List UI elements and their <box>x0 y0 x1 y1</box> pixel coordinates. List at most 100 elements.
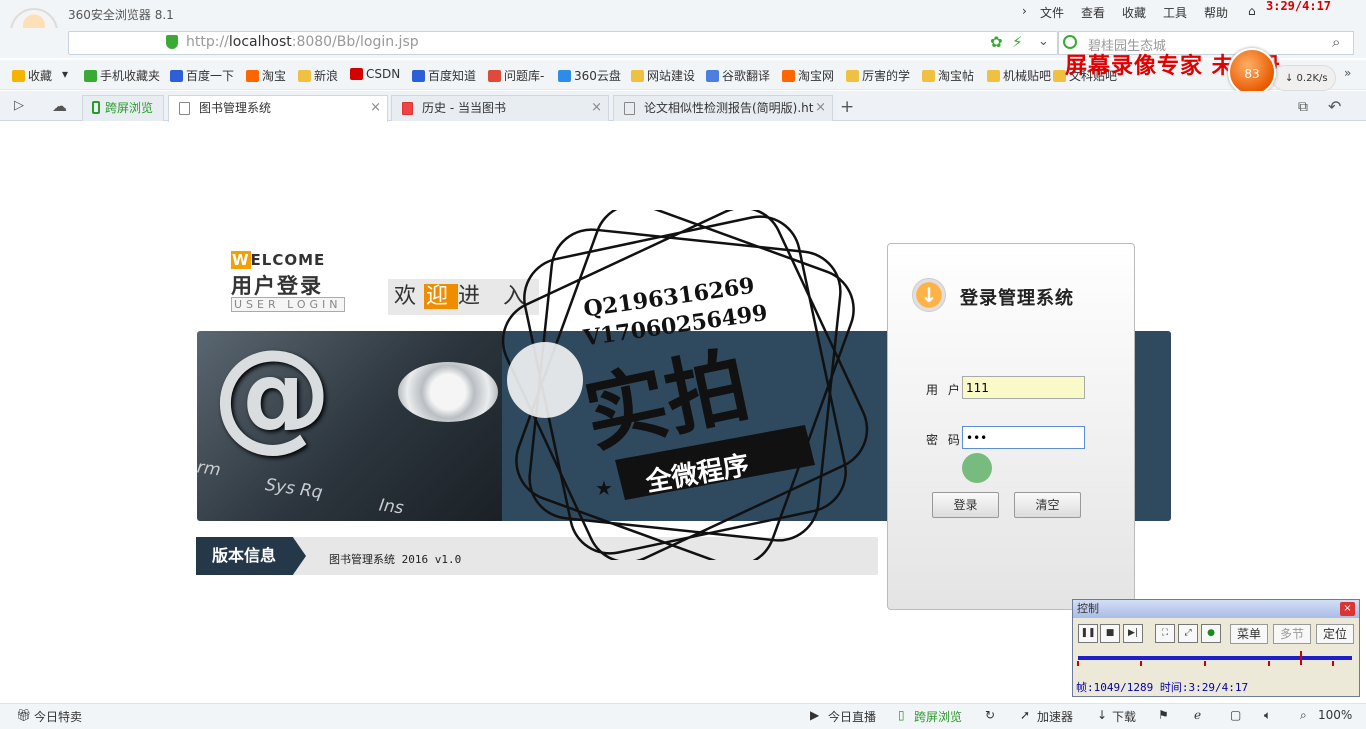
search-icon[interactable]: ⌕ <box>1332 33 1340 51</box>
bookmark-item[interactable]: 百度知道 <box>412 67 476 84</box>
close-icon[interactable]: × <box>815 96 826 120</box>
username-input[interactable] <box>962 376 1085 399</box>
tab-library-system[interactable]: 图书管理系统 × <box>168 95 388 122</box>
track-tick <box>1140 661 1142 666</box>
fullscreen-icon[interactable]: ⤢ <box>1178 624 1198 643</box>
bookmark-item[interactable]: 淘宝帖 <box>922 67 974 84</box>
cloud-icon[interactable]: ☁ <box>52 97 67 115</box>
track-tick <box>1268 661 1270 666</box>
chevron-right-icon[interactable]: › <box>1022 4 1027 18</box>
accelerator-ball[interactable]: 83 <box>1228 48 1276 96</box>
multi-section-button[interactable]: 多节 <box>1273 624 1312 644</box>
bookmark-item[interactable]: 收藏 <box>12 67 52 84</box>
bookmark-item[interactable]: 谷歌翻译 <box>706 67 770 84</box>
locate-button[interactable]: 定位 <box>1316 624 1355 644</box>
refresh-icon[interactable]: ↻ <box>985 708 995 722</box>
bookmark-item[interactable]: 厉害的学 <box>846 67 910 84</box>
clear-button[interactable]: 清空 <box>1014 492 1081 518</box>
speed-indicator: ↓ 0.2K/s <box>1272 65 1336 91</box>
close-icon[interactable]: × <box>1340 602 1355 616</box>
folder-icon <box>298 70 311 82</box>
sidebar-toggle-icon[interactable]: ▷ <box>14 98 24 113</box>
frame-time-info: 帧:1049/1289 时间:3:29/4:17 <box>1076 681 1249 694</box>
bookmark-item[interactable]: CSDN <box>350 67 400 81</box>
chevron-down-icon[interactable]: ⌄ <box>1038 34 1049 49</box>
bookmark-item[interactable]: 淘宝 <box>246 67 286 84</box>
s-icon <box>488 70 501 82</box>
tab-cross-screen[interactable]: 跨屏浏览 <box>82 95 164 121</box>
url-text[interactable]: http://localhost:8080/Bb/login.jsp <box>186 34 419 50</box>
menu-tools[interactable]: 工具 <box>1163 4 1187 21</box>
page-icon <box>179 102 190 115</box>
sync-icon[interactable]: ✿ <box>990 33 1003 51</box>
fit-screen-icon[interactable]: ⛶ <box>1155 624 1175 643</box>
browser-title: 360安全浏览器 8.1 <box>68 8 174 22</box>
close-icon[interactable]: × <box>370 96 381 120</box>
bookmark-item[interactable]: 手机收藏夹 <box>84 67 160 84</box>
password-input[interactable] <box>962 426 1085 449</box>
title-bar <box>0 0 1366 28</box>
undo-close-icon[interactable]: ↶ <box>1328 97 1341 116</box>
bookmark-label: 厉害的学 <box>862 69 911 83</box>
stop-icon[interactable]: ■ <box>1100 624 1120 643</box>
playback-track[interactable] <box>1078 656 1352 660</box>
live-link[interactable]: 今日直播 <box>828 708 876 725</box>
menu-button[interactable]: 菜单 <box>1230 624 1269 644</box>
rocket-icon: ➚ <box>1020 708 1031 722</box>
bookmark-item[interactable]: 机械贴吧 <box>987 67 1051 84</box>
chevron-down-icon[interactable]: ▾ <box>62 67 68 81</box>
playback-position[interactable] <box>1300 651 1303 665</box>
translate-icon <box>706 70 719 82</box>
lightning-icon[interactable]: ⚡ <box>1012 33 1023 51</box>
login-button[interactable]: 登录 <box>932 492 999 518</box>
welcome-enter-banner: 欢迎进 入 <box>388 279 540 315</box>
download-link[interactable]: 下载 <box>1112 708 1136 725</box>
search-engine-icon[interactable] <box>1063 35 1077 49</box>
zoom-level[interactable]: 100% <box>1318 708 1352 722</box>
restore-tabs-icon[interactable]: ⧉ <box>1298 99 1308 115</box>
download-icon: ↓ <box>1097 708 1108 722</box>
bookmark-item[interactable]: 淘宝网 <box>782 67 834 84</box>
close-icon[interactable]: × <box>591 96 602 120</box>
bookmark-item[interactable]: 百度一下 <box>170 67 234 84</box>
at-sign-image: @ <box>212 325 332 464</box>
bookmark-item[interactable]: 新浪 <box>298 67 338 84</box>
accelerator-link[interactable]: 加速器 <box>1037 708 1073 725</box>
taobao-icon <box>782 70 795 82</box>
menu-favorites[interactable]: 收藏 <box>1122 4 1146 21</box>
bookmark-item[interactable]: 360云盘 <box>558 67 621 84</box>
new-tab-button[interactable]: + <box>840 97 854 117</box>
more-bookmarks-icon[interactable]: » <box>1344 66 1351 80</box>
tab-thesis-report[interactable]: 论文相似性检测报告(简明版).ht × <box>613 95 833 121</box>
cross-screen-link[interactable]: 跨屏浏览 <box>914 708 962 725</box>
baidu-icon <box>170 70 183 82</box>
shirt-icon[interactable]: ⌂ <box>1248 4 1256 18</box>
menu-help[interactable]: 帮助 <box>1204 4 1228 21</box>
record-icon[interactable]: ● <box>1201 624 1221 643</box>
version-text: 图书管理系统 2016 v1.0 <box>329 553 462 566</box>
flag-icon[interactable]: ⚑ <box>1158 708 1169 722</box>
bookmark-item[interactable]: 问题库- <box>488 67 544 84</box>
welcome-heading: WELCOME <box>231 251 326 269</box>
pause-icon[interactable]: ❚❚ <box>1078 624 1098 643</box>
daily-deals-link[interactable]: 今日特卖 <box>34 708 82 725</box>
track-tick <box>1077 661 1079 666</box>
bookmark-label: 谷歌翻译 <box>722 69 771 83</box>
next-icon[interactable]: ▶| <box>1123 624 1143 643</box>
phone-icon <box>92 101 100 114</box>
key-label: Ins <box>377 495 405 519</box>
volume-icon[interactable]: 🔈︎ <box>1264 708 1271 723</box>
tab-dangdang-history[interactable]: 历史 - 当当图书 × <box>391 95 609 121</box>
track-tick <box>1204 661 1206 666</box>
menu-file[interactable]: 文件 <box>1040 4 1064 21</box>
window-icon[interactable]: ▢ <box>1230 708 1241 722</box>
menu-view[interactable]: 查看 <box>1081 4 1105 21</box>
ie-icon[interactable]: ℯ <box>1194 708 1201 722</box>
password-label: 密 码 <box>926 433 963 447</box>
version-label: 版本信息 <box>196 537 306 575</box>
username-label: 用 户 <box>926 383 963 397</box>
phone-icon: ▯ <box>898 708 905 722</box>
bookmark-item[interactable]: 网站建设 <box>631 67 695 84</box>
cursor-highlight <box>962 453 992 483</box>
bookmark-label: 问题库- <box>504 69 545 83</box>
